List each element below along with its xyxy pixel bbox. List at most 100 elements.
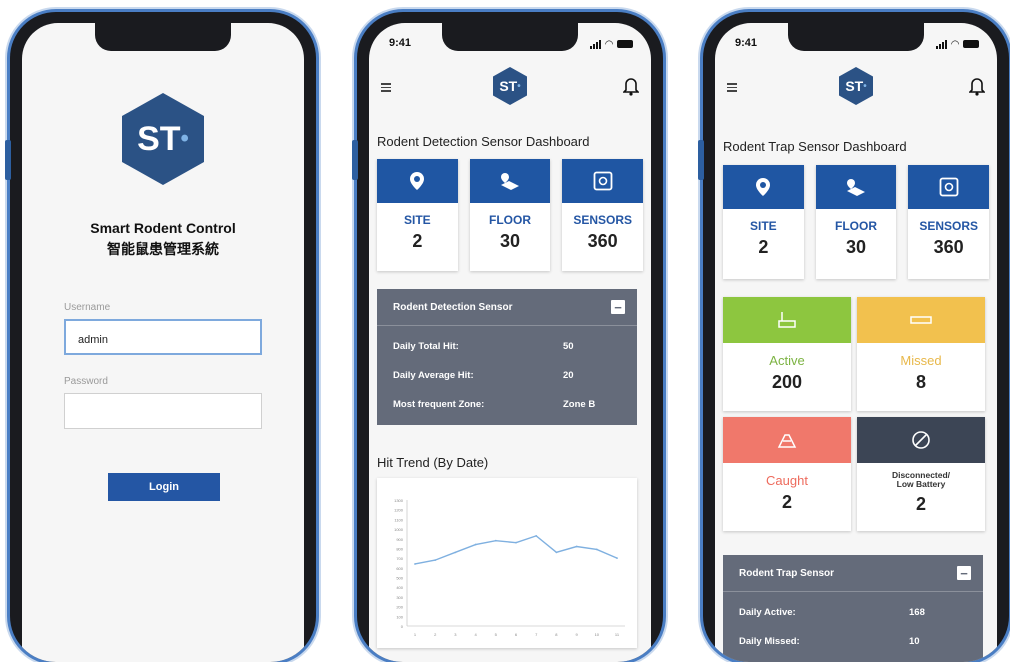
stats-row: SITE 2 FLOOR 30 SENSORS 360 <box>723 165 990 279</box>
status-label: Caught <box>766 473 808 488</box>
floor-map-icon <box>501 173 519 190</box>
app-logo: ST • <box>122 93 204 185</box>
stat-card-floor[interactable]: FLOOR 30 <box>815 165 897 279</box>
wifi-icon: ◠ <box>605 38 613 50</box>
floor-map-icon <box>847 179 865 196</box>
status-label: Active <box>769 353 805 368</box>
sensor-icon <box>939 177 959 197</box>
trap-missed-icon <box>910 316 932 324</box>
y-tick-label: 0 <box>401 624 404 629</box>
panel-title: Rodent Detection Sensor <box>393 301 513 313</box>
x-tick-label: 2 <box>434 632 437 637</box>
collapse-button[interactable]: − <box>957 566 971 580</box>
trap-active-icon <box>778 312 796 328</box>
y-tick-label: 200 <box>396 605 403 610</box>
sensor-icon <box>593 171 613 191</box>
x-tick-label: 3 <box>454 632 457 637</box>
x-tick-label: 5 <box>495 632 498 637</box>
signal-icon <box>936 39 948 49</box>
x-tick-label: 7 <box>535 632 538 637</box>
phone-detection-dashboard: 9:41 ◠ ST • Rodent Detection Sensor Dashb… <box>357 12 663 662</box>
stat-value: 2 <box>412 231 423 251</box>
x-tick-label: 1 <box>414 632 417 637</box>
status-card-disconnected[interactable]: Disconnected/ Low Battery 2 <box>857 417 985 531</box>
x-tick-label: 11 <box>615 632 620 637</box>
stat-value: 360 <box>933 237 964 257</box>
hit-trend-chart: 0 100 200 300 400 500 600 700 800 900 1000 1100 1200… <box>377 478 637 648</box>
signal-icon <box>590 39 602 49</box>
login-button[interactable]: Login <box>108 473 220 501</box>
status-card-missed[interactable]: Missed 8 <box>857 297 985 411</box>
stat-card-sensors[interactable]: SENSORS 360 <box>562 159 644 271</box>
bell-icon[interactable] <box>969 76 985 96</box>
stat-card-site[interactable]: SITE 2 <box>377 159 458 271</box>
status-card-active[interactable]: Active 200 <box>723 297 851 411</box>
summary-row: Most frequent Zone: Zone B <box>393 399 596 410</box>
username-input[interactable]: admin <box>64 319 262 355</box>
location-pin-icon <box>756 178 771 196</box>
y-tick-label: 600 <box>396 566 403 571</box>
status-time: 9:41 <box>735 37 758 49</box>
status-value: 200 <box>771 372 803 392</box>
stat-label: SENSORS <box>919 219 979 233</box>
side-button <box>352 140 358 180</box>
y-tick-label: 300 <box>396 595 403 600</box>
detection-screen: 9:41 ◠ ST • Rodent Detection Sensor Dashb… <box>369 23 651 662</box>
trend-line <box>414 535 618 565</box>
trend-point <box>414 563 416 565</box>
detection-summary-panel: Rodent Detection Sensor − Daily Total Hi… <box>377 289 637 425</box>
menu-icon[interactable] <box>381 83 391 94</box>
x-tick-label: 6 <box>515 632 518 637</box>
x-tick-label: 8 <box>555 632 558 637</box>
stat-label: FLOOR <box>835 219 877 233</box>
trend-point <box>494 539 497 542</box>
summary-row: Daily Active: 168 <box>739 607 925 618</box>
status-value: 2 <box>781 492 792 512</box>
status-card-caught[interactable]: Caught 2 <box>723 417 851 531</box>
stat-card-sensors[interactable]: SENSORS 360 <box>908 165 990 279</box>
login-screen: ST • Smart Rodent Control 智能鼠患管理系統 Userna… <box>22 23 304 662</box>
summary-row: Daily Average Hit: 20 <box>393 370 574 381</box>
trend-point <box>434 559 437 561</box>
wifi-icon: ◠ <box>951 38 959 50</box>
y-tick-label: 400 <box>396 585 403 590</box>
side-button <box>5 140 11 180</box>
app-title-en: Smart Rodent Control <box>90 220 236 236</box>
status-value: 2 <box>915 493 926 514</box>
x-tick-label: 9 <box>575 632 578 637</box>
x-tick-label: 4 <box>474 632 477 637</box>
trap-summary-panel: Rodent Trap Sensor − Daily Active: 168 Da… <box>723 555 983 662</box>
app-bar: ST • <box>369 63 651 113</box>
y-tick-label: 1000 <box>394 527 404 532</box>
app-logo: ST • <box>839 67 873 105</box>
app-title-zh: 智能鼠患管理系統 <box>107 241 219 257</box>
stat-label: SITE <box>404 213 431 227</box>
stat-value: 2 <box>758 237 769 257</box>
battery-icon <box>617 40 633 48</box>
stat-value: 30 <box>499 231 521 251</box>
bell-icon[interactable] <box>623 76 639 96</box>
trap-screen: 9:41 ◠ ST • Rodent Trap Sensor Dashboard … <box>715 23 997 662</box>
collapse-button[interactable]: − <box>611 300 625 314</box>
phone-login: ST • Smart Rodent Control 智能鼠患管理系統 Userna… <box>10 12 316 662</box>
app-logo: ST • <box>493 67 527 105</box>
x-tick-label: 10 <box>595 632 600 637</box>
app-bar: ST • <box>715 63 997 113</box>
y-tick-label: 700 <box>396 556 403 561</box>
menu-icon[interactable] <box>727 83 737 94</box>
password-input[interactable] <box>64 393 262 429</box>
summary-row: Daily Total Hit: 50 <box>393 341 574 352</box>
trend-point <box>595 548 598 551</box>
stat-card-floor[interactable]: FLOOR 30 <box>469 159 551 271</box>
stats-row: SITE 2 FLOOR 30 SENSORS 360 <box>377 159 644 271</box>
location-pin-icon <box>410 172 425 190</box>
trend-point <box>575 545 578 548</box>
y-tick-label: 100 <box>396 614 403 619</box>
stat-card-site[interactable]: SITE 2 <box>723 165 804 279</box>
y-tick-label: 500 <box>396 576 403 581</box>
trend-point <box>535 534 538 537</box>
status-value: 8 <box>915 372 926 392</box>
stat-label: FLOOR <box>489 213 531 227</box>
y-tick-label: 1200 <box>394 508 404 513</box>
notch <box>95 23 231 51</box>
